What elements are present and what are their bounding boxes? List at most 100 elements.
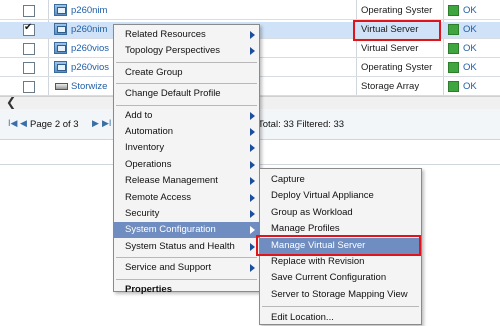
row-checkbox[interactable] bbox=[23, 81, 35, 93]
first-page-icon[interactable]: I◀ bbox=[8, 118, 17, 129]
menu-item-label: Remote Access bbox=[125, 191, 191, 203]
row-checkbox[interactable] bbox=[23, 62, 35, 74]
next-page-icon[interactable]: ▶ bbox=[92, 118, 99, 129]
submenu-arrow-icon bbox=[250, 31, 255, 39]
menu-item-label: Security bbox=[125, 208, 160, 219]
menu-item-label: Create Group bbox=[125, 66, 183, 78]
menu-item-label: System Configuration bbox=[125, 224, 216, 236]
server-icon bbox=[54, 4, 67, 16]
resource-name-link[interactable]: p260vios bbox=[71, 62, 109, 73]
table-row[interactable]: p260nim Operating Syster OK bbox=[0, 3, 500, 20]
menu-item-change-default-profile[interactable]: Change Default Profile bbox=[114, 86, 259, 102]
menu-item-release-management[interactable]: Release Management bbox=[114, 173, 259, 189]
resource-type: Storage Array bbox=[361, 81, 420, 92]
ok-status-icon bbox=[448, 24, 459, 35]
ok-status-icon bbox=[448, 5, 459, 16]
resource-name-link[interactable]: p260vios bbox=[71, 43, 109, 54]
menu-item-server-to-storage-mapping-view[interactable]: Server to Storage Mapping View bbox=[260, 287, 421, 303]
menu-item-label: System Status and Health bbox=[125, 240, 235, 252]
state-link[interactable]: OK bbox=[463, 5, 477, 16]
submenu-arrow-icon bbox=[250, 47, 255, 56]
menu-item-label: Properties bbox=[125, 283, 172, 295]
menu-item-capture[interactable]: Capture bbox=[260, 172, 421, 188]
submenu-arrow-icon bbox=[250, 226, 255, 235]
menu-item-label: Edit Location... bbox=[271, 312, 334, 324]
state-link[interactable]: OK bbox=[463, 62, 477, 73]
menu-item-inventory[interactable]: Inventory bbox=[114, 140, 259, 156]
menu-item-label: Replace with Revision bbox=[271, 256, 365, 267]
menu-item-label: Add to bbox=[125, 109, 153, 121]
submenu-arrow-icon bbox=[250, 160, 255, 169]
menu-item-label: Capture bbox=[271, 174, 305, 185]
resource-name-link[interactable]: p260nim bbox=[71, 24, 107, 35]
callout-box-virtual-server bbox=[353, 20, 441, 41]
submenu-arrow-icon bbox=[250, 111, 255, 120]
state-link[interactable]: OK bbox=[463, 43, 477, 54]
row-checkbox[interactable] bbox=[23, 22, 35, 36]
menu-item-label: Server to Storage Mapping View bbox=[271, 288, 408, 300]
menu-item-remote-access[interactable]: Remote Access bbox=[114, 190, 259, 206]
resource-name-link[interactable]: Storwize bbox=[71, 81, 107, 92]
menu-item-label: Automation bbox=[125, 126, 174, 137]
menu-item-save-current-configuration[interactable]: Save Current Configuration bbox=[260, 270, 421, 286]
last-page-icon[interactable]: ▶I bbox=[102, 118, 111, 129]
menu-item-system-configuration[interactable]: System Configuration bbox=[114, 222, 259, 239]
resource-type: Operating Syster bbox=[361, 62, 433, 73]
menu-separator bbox=[116, 61, 257, 63]
menu-item-label: Deploy Virtual Appliance bbox=[271, 190, 374, 202]
submenu-arrow-icon bbox=[250, 128, 255, 136]
context-menu: Related Resources Topology Perspectives Cr… bbox=[113, 24, 260, 295]
submenu-arrow-icon bbox=[250, 144, 255, 153]
menu-item-related-resources[interactable]: Related Resources bbox=[114, 27, 259, 43]
menu-item-add-to[interactable]: Add to bbox=[114, 108, 259, 124]
menu-item-label: Change Default Profile bbox=[125, 88, 221, 100]
menu-item-label: Manage Profiles bbox=[271, 223, 340, 235]
row-checkbox[interactable] bbox=[23, 43, 35, 55]
menu-item-service-and-support[interactable]: Service and Support bbox=[114, 260, 259, 276]
menu-item-system-status-and-health[interactable]: System Status and Health bbox=[114, 239, 259, 255]
server-icon bbox=[54, 42, 67, 54]
menu-item-operations[interactable]: Operations bbox=[114, 157, 259, 173]
menu-item-create-group[interactable]: Create Group bbox=[114, 65, 259, 81]
submenu-arrow-icon bbox=[250, 193, 255, 202]
menu-separator bbox=[116, 83, 257, 85]
menu-item-label: Release Management bbox=[125, 175, 218, 187]
ok-status-icon bbox=[448, 81, 459, 92]
menu-item-topology-perspectives[interactable]: Topology Perspectives bbox=[114, 43, 259, 59]
resource-type: Virtual Server bbox=[361, 43, 419, 54]
storage-icon bbox=[55, 83, 68, 90]
menu-item-label: Save Current Configuration bbox=[271, 272, 387, 284]
menu-item-security[interactable]: Security bbox=[114, 206, 259, 222]
menu-item-replace-with-revision[interactable]: Replace with Revision bbox=[260, 254, 421, 270]
state-link[interactable]: OK bbox=[463, 24, 477, 35]
menu-item-label: Operations bbox=[125, 158, 172, 170]
menu-item-label: Group as Workload bbox=[271, 206, 353, 218]
menu-item-group-as-workload[interactable]: Group as Workload bbox=[260, 205, 421, 221]
menu-item-label: Service and Support bbox=[125, 262, 212, 274]
page-indicator: Page 2 of 3 bbox=[30, 119, 79, 130]
menu-separator bbox=[116, 257, 257, 259]
menu-separator bbox=[116, 278, 257, 280]
row-checkbox[interactable] bbox=[23, 5, 35, 17]
menu-item-automation[interactable]: Automation bbox=[114, 124, 259, 140]
prev-page-icon[interactable]: ◀ bbox=[20, 118, 27, 129]
totals-text: Total: 33 Filtered: 33 bbox=[258, 119, 345, 130]
menu-item-properties[interactable]: Properties bbox=[114, 282, 259, 298]
submenu-arrow-icon bbox=[250, 210, 255, 218]
scroll-left-icon[interactable]: ❮ bbox=[6, 95, 16, 109]
menu-item-label: Topology Perspectives bbox=[125, 45, 221, 57]
state-link[interactable]: OK bbox=[463, 81, 477, 92]
resource-name-link[interactable]: p260nim bbox=[71, 5, 107, 16]
callout-box-manage-virtual-server bbox=[256, 235, 421, 256]
submenu-arrow-icon bbox=[250, 177, 255, 186]
menu-separator bbox=[116, 104, 257, 106]
menu-item-label: Related Resources bbox=[125, 29, 206, 40]
resource-type: Operating Syster bbox=[361, 5, 433, 16]
menu-item-label: Inventory bbox=[125, 142, 165, 154]
menu-separator bbox=[262, 306, 419, 308]
menu-item-deploy-virtual-appliance[interactable]: Deploy Virtual Appliance bbox=[260, 188, 421, 204]
submenu-arrow-icon bbox=[250, 264, 255, 273]
ok-status-icon bbox=[448, 43, 459, 54]
server-icon bbox=[54, 61, 67, 73]
submenu-arrow-icon bbox=[250, 242, 255, 251]
